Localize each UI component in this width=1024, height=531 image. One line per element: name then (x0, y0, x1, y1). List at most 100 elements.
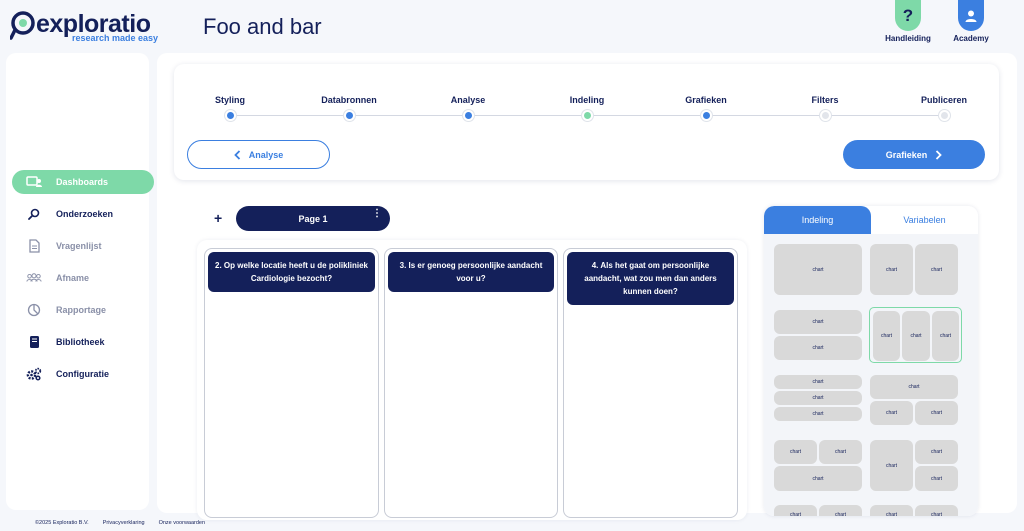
sidebar-item-label: Rapportage (56, 305, 107, 315)
chart-placeholder: chart (774, 375, 862, 389)
search-icon (26, 208, 42, 220)
sidebar-item-bibliotheek[interactable]: Bibliotheek (12, 330, 154, 354)
chart-placeholder: chart (932, 311, 959, 361)
chart-placeholder: chart (902, 311, 930, 361)
brand-tagline: research made easy (72, 33, 159, 43)
step-analyse[interactable]: Analyse (418, 95, 518, 105)
step-dot[interactable] (700, 110, 712, 121)
pie-chart-icon (26, 303, 42, 317)
chart-placeholder: chart (819, 440, 862, 464)
sidebar-item-label: Vragenlijst (56, 241, 102, 251)
layout-option[interactable]: chart chart chart (774, 375, 862, 421)
layout-option[interactable]: chart chart (870, 505, 958, 516)
tab-variabelen[interactable]: Variabelen (871, 206, 978, 234)
step-dot[interactable] (343, 110, 355, 121)
step-dot[interactable] (819, 110, 831, 121)
step-dot[interactable] (581, 110, 593, 121)
page-tab[interactable]: Page 1 ⋮ (236, 206, 390, 231)
layout-column[interactable]: 4. Als het gaat om persoonlijke aandacht… (563, 248, 738, 518)
academy-label: Academy (953, 34, 989, 43)
layout-options: chart chart chart chart chart chart chart chart… (764, 234, 978, 516)
chart-placeholder: chart (915, 505, 958, 516)
brand-logo[interactable]: exploratio research made easy (10, 8, 158, 44)
footer-copyright: ©2025 Exploratio B.V. (35, 520, 89, 526)
terms-link[interactable]: Onze voorwaarden (159, 520, 205, 526)
person-icon (958, 0, 984, 31)
tab-indeling[interactable]: Indeling (764, 206, 871, 234)
step-filters[interactable]: Filters (775, 95, 875, 105)
layout-option[interactable]: chart chart (774, 505, 862, 516)
chart-placeholder: chart (819, 505, 862, 516)
chart-placeholder: chart (774, 391, 862, 405)
sidebar-item-label: Afname (56, 273, 90, 283)
chart-placeholder: chart (774, 440, 817, 464)
sidebar-item-vragenlijst[interactable]: Vragenlijst (12, 234, 154, 258)
step-databronnen[interactable]: Databronnen (299, 95, 399, 105)
chart-placeholder: chart (774, 244, 862, 295)
layout-option[interactable]: chart chart (870, 244, 958, 295)
chart-placeholder: chart (915, 401, 958, 425)
chart-placeholder: chart (870, 505, 913, 516)
back-button-label: Analyse (248, 149, 284, 160)
chart-placeholder: chart (774, 336, 862, 360)
question-icon: ? (895, 0, 921, 31)
chart-placeholder: chart (774, 310, 862, 334)
page-tab-label: Page 1 (298, 213, 328, 224)
chart-placeholder: chart (774, 407, 862, 421)
chart-placeholder: chart (873, 311, 900, 361)
sidebar-item-label: Onderzoeken (56, 209, 114, 219)
layout-option[interactable]: chart chart chart (869, 307, 962, 363)
chart-placeholder: chart (774, 505, 817, 516)
kebab-menu-icon[interactable]: ⋮ (372, 209, 382, 219)
sidebar-item-label: Dashboards (56, 177, 109, 187)
step-dot[interactable] (462, 110, 474, 121)
help-label: Handleiding (885, 34, 931, 43)
layout-option[interactable]: chart chart (774, 310, 862, 360)
chart-placeholder: chart (774, 466, 862, 491)
help-button[interactable]: ? Handleiding (878, 0, 938, 43)
next-button-label: Grafieken (885, 149, 928, 160)
layout-option[interactable]: chart chart chart (774, 440, 862, 491)
back-button[interactable]: Analyse (187, 140, 330, 169)
step-dot[interactable] (224, 110, 236, 121)
next-button[interactable]: Grafieken (843, 140, 985, 169)
layout-column[interactable]: 2. Op welke locatie heeft u de poliklini… (204, 248, 379, 518)
privacy-link[interactable]: Privacyverklaring (103, 520, 145, 526)
step-indeling[interactable]: Indeling (537, 95, 637, 105)
sidebar-item-label: Bibliotheek (56, 337, 105, 347)
question-card[interactable]: 4. Als het gaat om persoonlijke aandacht… (567, 252, 734, 305)
step-styling[interactable]: Styling (180, 95, 280, 105)
layout-option[interactable]: chart chart chart (870, 375, 958, 425)
step-publiceren[interactable]: Publiceren (894, 95, 994, 105)
book-icon (26, 335, 42, 349)
sidebar-item-configuratie[interactable]: Configuratie (12, 362, 154, 386)
sidebar-item-dashboards[interactable]: Dashboards (12, 170, 154, 194)
chart-placeholder: chart (870, 401, 913, 425)
academy-button[interactable]: Academy (941, 0, 1001, 43)
layout-column[interactable]: 3. Is er genoeg persoonlijke aandacht vo… (384, 248, 558, 518)
step-dot[interactable] (938, 110, 950, 121)
chart-placeholder: chart (870, 244, 913, 295)
chevron-left-icon (233, 149, 240, 160)
chart-placeholder: chart (915, 466, 958, 491)
dashboard-icon (26, 176, 42, 188)
step-grafieken[interactable]: Grafieken (656, 95, 756, 105)
sidebar-item-rapportage[interactable]: Rapportage (12, 298, 154, 322)
layout-option[interactable]: chart (774, 244, 862, 295)
add-page-button[interactable]: + (214, 210, 222, 226)
chart-placeholder: chart (915, 440, 958, 464)
gears-icon (26, 367, 42, 381)
document-icon (26, 239, 42, 253)
question-card[interactable]: 2. Op welke locatie heeft u de poliklini… (208, 252, 375, 292)
sidebar-item-afname[interactable]: Afname (12, 266, 154, 290)
sidebar-item-onderzoeken[interactable]: Onderzoeken (12, 202, 154, 226)
footer: ©2025 Exploratio B.V. Privacyverklaring … (35, 520, 205, 526)
chart-placeholder: chart (870, 440, 913, 491)
users-icon (26, 272, 42, 284)
page-title: Foo and bar (203, 14, 322, 39)
chart-placeholder: chart (870, 375, 958, 399)
sidebar-item-label: Configuratie (56, 369, 109, 379)
layout-option[interactable]: chart chart chart (870, 440, 958, 491)
question-card[interactable]: 3. Is er genoeg persoonlijke aandacht vo… (388, 252, 554, 292)
chevron-right-icon (936, 149, 943, 160)
